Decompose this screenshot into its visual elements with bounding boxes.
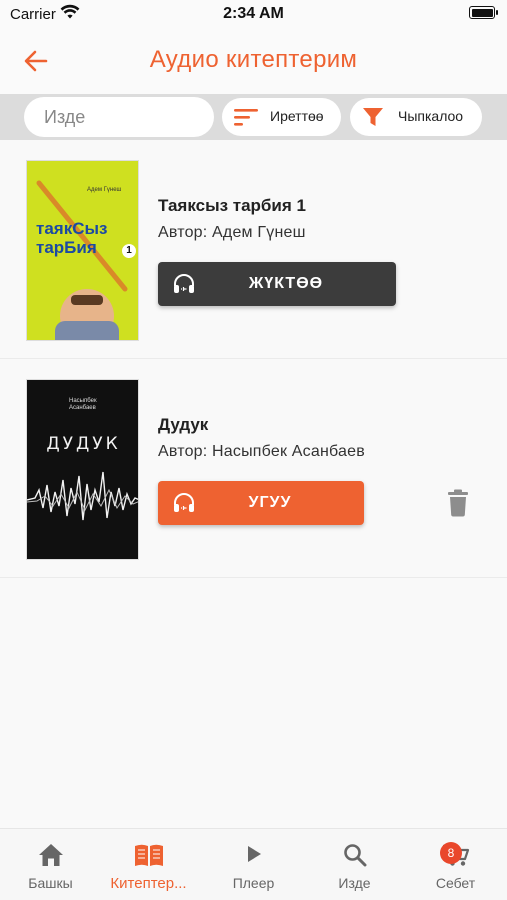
search-toolbar: Иреттөө Чыпкалоо xyxy=(0,94,507,140)
battery-icon xyxy=(469,6,498,19)
sort-button[interactable]: Иреттөө xyxy=(222,98,341,136)
listen-label: УГУУ xyxy=(248,494,292,511)
book-icon xyxy=(98,843,199,867)
cover-title-line1: таякСыз xyxy=(36,219,108,238)
cover-author: Адем Гүнеш xyxy=(87,187,122,193)
cart-count-badge: 8 xyxy=(440,842,462,864)
download-label: ЖҮКТӨӨ xyxy=(248,275,324,292)
list-item: Насыпбек Асанбаев ДУДУК Дудук Автор: Нас… xyxy=(0,359,507,578)
list-item: Адем Гүнеш таякСыз тарБия 1 Таяксыз тарб… xyxy=(0,140,507,359)
search-input[interactable] xyxy=(24,97,214,137)
filter-icon xyxy=(362,107,384,132)
book-author: Автор: Насыпбек Асанбаев xyxy=(158,443,365,460)
audiobook-list: Адем Гүнеш таякСыз тарБия 1 Таяксыз тарб… xyxy=(0,140,507,578)
search-icon xyxy=(304,843,405,867)
play-icon xyxy=(203,843,304,865)
sort-icon xyxy=(234,107,260,132)
cover-author: Насыпбек xyxy=(69,398,97,404)
cover-title: ДУДУК xyxy=(46,434,121,454)
cover-author: Асанбаев xyxy=(69,405,96,411)
clock: 2:34 AM xyxy=(223,5,284,22)
tab-label: Башкы xyxy=(28,875,73,891)
cover-title-line2: тарБия xyxy=(36,238,97,257)
bottom-tab-bar: Башкы Китептер... Плеер Изде Себет 8 xyxy=(0,828,507,900)
tab-player[interactable]: Плеер xyxy=(203,829,304,900)
tab-my-books[interactable]: Китептер... xyxy=(98,829,199,900)
tab-label: Изде xyxy=(338,875,371,891)
book-title[interactable]: Таяксыз тарбия 1 xyxy=(158,196,306,216)
listen-button[interactable]: УГУУ xyxy=(158,481,364,525)
home-icon xyxy=(0,843,101,867)
book-cover[interactable]: Адем Гүнеш таякСыз тарБия 1 xyxy=(26,160,139,341)
tab-label: Китептер... xyxy=(110,875,187,892)
book-title[interactable]: Дудук xyxy=(158,415,208,435)
cover-volume: 1 xyxy=(122,244,136,258)
trash-icon xyxy=(448,489,468,517)
book-cover[interactable]: Насыпбек Асанбаев ДУДУК xyxy=(26,379,139,560)
tab-label: Плеер xyxy=(232,875,275,891)
filter-button[interactable]: Чыпкалоо xyxy=(350,98,482,136)
tab-home[interactable]: Башкы xyxy=(0,829,101,900)
delete-button[interactable] xyxy=(446,489,470,517)
page-title: Аудио китептерим xyxy=(149,46,358,73)
sort-label: Иреттөө xyxy=(270,108,324,124)
app-header: Аудио китептерим xyxy=(0,28,507,94)
book-author: Автор: Адем Гүнеш xyxy=(158,224,306,241)
tab-label: Себет xyxy=(435,875,476,891)
download-button[interactable]: ЖҮКТӨӨ xyxy=(158,262,396,306)
status-bar: Carrier 2:34 AM xyxy=(0,0,507,28)
tab-cart[interactable]: Себет xyxy=(405,829,506,900)
filter-label: Чыпкалоо xyxy=(398,108,464,124)
tab-search[interactable]: Изде xyxy=(304,829,405,900)
